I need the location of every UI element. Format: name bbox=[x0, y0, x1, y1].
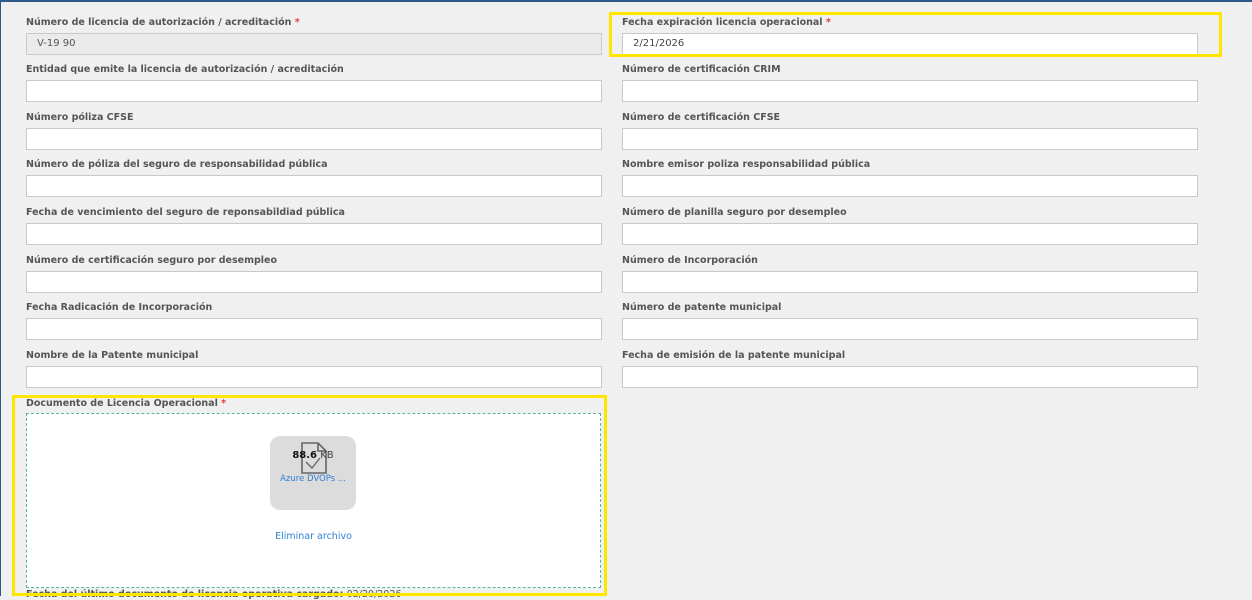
public-liability-issuer-label: Nombre emisor poliza responsabilidad púb… bbox=[622, 159, 871, 170]
municipal-patent-name-label: Nombre de la Patente municipal bbox=[26, 350, 199, 361]
public-liability-policy-input[interactable] bbox=[26, 175, 602, 197]
highlight-document-section bbox=[12, 395, 607, 596]
municipal-patent-name-input[interactable] bbox=[26, 366, 602, 388]
municipal-patent-number-label: Número de patente municipal bbox=[622, 302, 782, 313]
incorporation-filing-date-label: Fecha Radicación de Incorporación bbox=[26, 302, 213, 313]
cfse-policy-input[interactable] bbox=[26, 128, 602, 150]
cfse-cert-label: Número de certificación CFSE bbox=[622, 112, 781, 123]
incorporation-filing-date-input[interactable] bbox=[26, 318, 602, 340]
issuer-entity-label: Entidad que emite la licencia de autoriz… bbox=[26, 64, 344, 75]
issuer-entity-input[interactable] bbox=[26, 80, 602, 102]
public-liability-issuer-input[interactable] bbox=[622, 175, 1198, 197]
license-number-label: Número de licencia de autorización / acr… bbox=[26, 17, 300, 28]
unemployment-cert-input[interactable] bbox=[26, 271, 602, 293]
crim-cert-label: Número de certificación CRIM bbox=[622, 64, 781, 75]
public-liability-policy-label: Número de póliza del seguro de responsab… bbox=[26, 159, 328, 170]
required-asterisk: * bbox=[294, 17, 300, 28]
incorporation-number-input[interactable] bbox=[622, 271, 1198, 293]
left-border bbox=[0, 0, 1, 596]
unemployment-cert-label: Número de certificación seguro por desem… bbox=[26, 255, 278, 266]
crim-cert-input[interactable] bbox=[622, 80, 1198, 102]
license-number-input[interactable]: V-19 90 bbox=[26, 33, 602, 55]
municipal-patent-issue-date-input[interactable] bbox=[622, 366, 1198, 388]
unemployment-payroll-input[interactable] bbox=[622, 223, 1198, 245]
cfse-policy-label: Número póliza CFSE bbox=[26, 112, 134, 123]
incorporation-number-label: Número de Incorporación bbox=[622, 255, 758, 266]
municipal-patent-number-input[interactable] bbox=[622, 318, 1198, 340]
unemployment-payroll-label: Número de planilla seguro por desempleo bbox=[622, 207, 847, 218]
public-liability-expiry-label: Fecha de vencimiento del seguro de repon… bbox=[26, 207, 345, 218]
highlight-expiry-field bbox=[609, 12, 1222, 57]
top-border bbox=[0, 0, 1252, 2]
cfse-cert-input[interactable] bbox=[622, 128, 1198, 150]
public-liability-expiry-input[interactable] bbox=[26, 223, 602, 245]
municipal-patent-issue-date-label: Fecha de emisión de la patente municipal bbox=[622, 350, 846, 361]
